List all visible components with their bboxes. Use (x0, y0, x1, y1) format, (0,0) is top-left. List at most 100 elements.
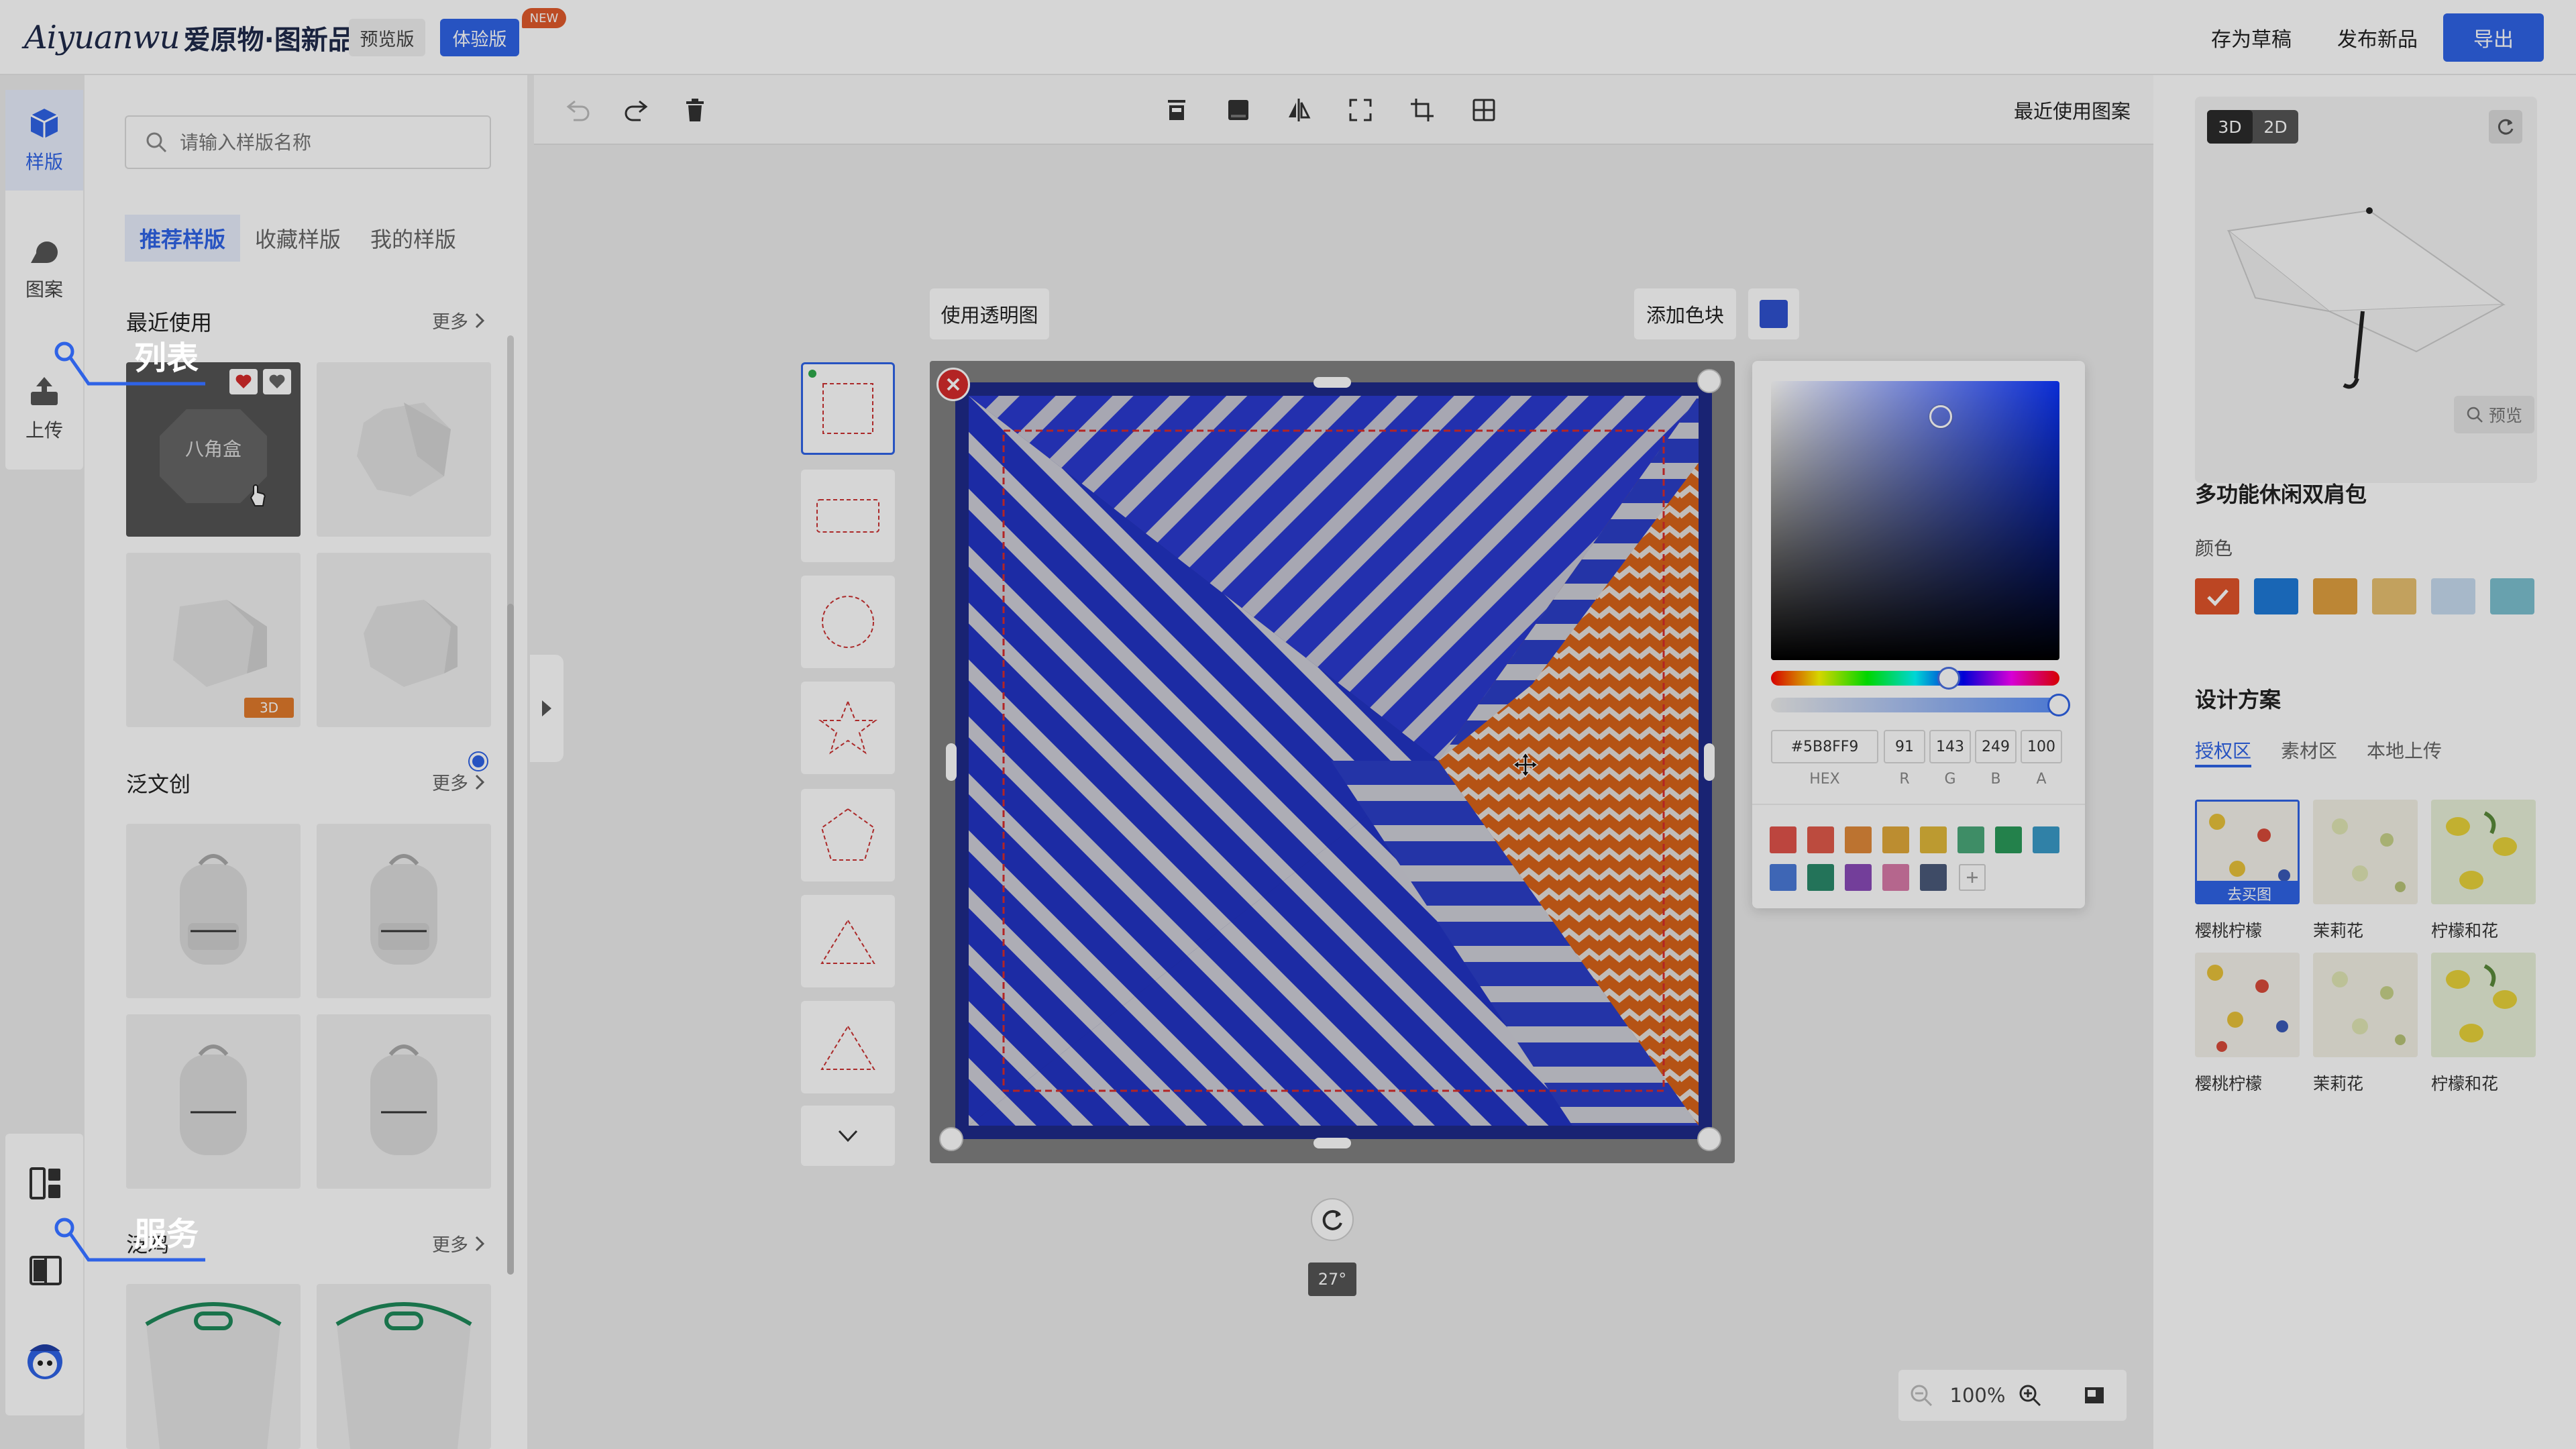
rotate-button[interactable] (1311, 1198, 1354, 1241)
alpha-knob[interactable] (2047, 694, 2070, 716)
logo[interactable]: Aiyuanwu 爱原物·图新品 (24, 17, 355, 58)
minimap-icon[interactable] (2082, 1383, 2106, 1410)
saturation-knob[interactable] (1929, 405, 1952, 428)
color-swatch[interactable] (2254, 578, 2298, 614)
template-thumb-bag[interactable] (317, 1284, 491, 1449)
like-button[interactable] (263, 369, 291, 394)
resize-handle-bottom-right[interactable] (1697, 1127, 1721, 1151)
tile-icon[interactable] (1466, 93, 1501, 127)
resize-handle-top-right[interactable] (1697, 369, 1721, 393)
search-input[interactable] (180, 131, 462, 154)
color-swatch[interactable] (2372, 578, 2416, 614)
template-thumb-backpack[interactable] (126, 824, 301, 998)
preview-version-button[interactable]: 预览版 (349, 19, 425, 56)
remove-pattern-button[interactable] (936, 368, 970, 401)
palette-color[interactable] (1882, 864, 1909, 891)
resize-edge-bottom[interactable] (1313, 1138, 1351, 1148)
design-thumb-jasmine[interactable] (2313, 800, 2418, 904)
g-input[interactable]: 143 (1929, 730, 1971, 763)
fullscreen-icon[interactable] (1343, 93, 1378, 127)
palette-color[interactable] (2033, 826, 2059, 853)
tab-favorites[interactable]: 收藏样版 (240, 215, 356, 262)
palette-color[interactable] (1920, 826, 1947, 853)
design-thumb-lemon-flower[interactable] (2431, 800, 2536, 904)
more-link-recent[interactable]: 更多 (432, 307, 486, 333)
palette-color[interactable] (1957, 826, 1984, 853)
palette-color[interactable] (1807, 864, 1834, 891)
add-swatch-button[interactable]: 添加色块 (1634, 288, 1736, 339)
shape-star[interactable] (801, 682, 895, 774)
search-box[interactable] (125, 115, 491, 169)
palette-color[interactable] (1995, 826, 2022, 853)
template-thumb-backpack[interactable] (126, 1014, 301, 1189)
resize-edge-left[interactable] (946, 743, 957, 781)
design-thumb-cherry-lemon[interactable] (2195, 953, 2300, 1057)
resize-edge-top[interactable] (1313, 377, 1351, 388)
template-thumb[interactable] (317, 362, 491, 537)
panel-scroll-thumb[interactable] (507, 604, 514, 1275)
redo-icon[interactable] (619, 93, 653, 127)
palette-color[interactable] (1920, 864, 1947, 891)
template-thumb[interactable]: 3D (126, 553, 301, 727)
preview-button[interactable]: 预览 (2454, 396, 2534, 433)
color-swatch[interactable] (2313, 578, 2357, 614)
palette-color[interactable] (1770, 864, 1796, 891)
more-link-third[interactable]: 更多 (432, 1230, 486, 1256)
crop-icon[interactable] (1405, 93, 1440, 127)
resize-edge-right[interactable] (1704, 743, 1715, 781)
shape-rectangle[interactable] (801, 470, 895, 562)
hex-input[interactable]: #5B8FF9 (1771, 730, 1878, 763)
buy-image-button[interactable]: 去买图 (2197, 881, 2298, 902)
recent-patterns-button[interactable]: 最近使用图案 (2014, 91, 2131, 129)
delete-icon[interactable] (678, 93, 712, 127)
mode-3d-button[interactable]: 3D (2207, 110, 2253, 144)
export-button[interactable]: 导出 (2443, 13, 2544, 62)
rail-item-patterns[interactable]: 图案 (5, 217, 83, 318)
zoom-out-icon[interactable] (1909, 1383, 1933, 1410)
rail-item-templates[interactable]: 样版 (5, 90, 83, 191)
palette-color[interactable] (1807, 826, 1834, 853)
reset-view-button[interactable] (2489, 110, 2522, 144)
shape-square[interactable] (801, 362, 895, 455)
template-thumb-backpack[interactable] (317, 824, 491, 998)
shape-pentagon[interactable] (801, 789, 895, 881)
design-thumb-jasmine[interactable] (2313, 953, 2418, 1057)
tab-local-upload[interactable]: 本地上传 (2367, 737, 2442, 767)
move-icon[interactable] (1512, 751, 1539, 778)
color-swatch[interactable] (2490, 578, 2534, 614)
shape-circle[interactable] (801, 576, 895, 668)
saturation-area[interactable] (1771, 381, 2059, 660)
tab-licensed[interactable]: 授权区 (2195, 737, 2252, 767)
design-thumb-lemon-flower[interactable] (2431, 953, 2536, 1057)
template-thumb[interactable] (317, 553, 491, 727)
tab-mine[interactable]: 我的样版 (356, 215, 471, 262)
fill-icon[interactable] (1221, 93, 1256, 127)
undo-icon[interactable] (561, 93, 596, 127)
add-color-button[interactable] (1959, 864, 1986, 891)
favorite-button[interactable] (229, 369, 258, 394)
save-draft-button[interactable]: 存为草稿 (2211, 19, 2292, 56)
align-top-icon[interactable] (1159, 93, 1194, 127)
palette-color[interactable] (1845, 826, 1872, 853)
alpha-slider[interactable] (1771, 698, 2059, 712)
layout-icon[interactable] (28, 1166, 63, 1201)
palette-color[interactable] (1845, 864, 1872, 891)
color-swatch-selected[interactable] (2195, 578, 2239, 614)
shape-triangle-alt[interactable] (801, 1001, 895, 1093)
palette-color[interactable] (1770, 826, 1796, 853)
shape-triangle[interactable] (801, 895, 895, 987)
color-swatch[interactable] (2431, 578, 2475, 614)
current-swatch[interactable] (1748, 288, 1799, 339)
mode-2d-button[interactable]: 2D (2253, 110, 2298, 144)
b-input[interactable]: 249 (1975, 730, 2017, 763)
pattern-artwork[interactable] (955, 382, 1712, 1139)
template-thumb-bag[interactable] (126, 1284, 301, 1449)
palette-color[interactable] (1882, 826, 1909, 853)
flip-icon[interactable] (1281, 93, 1316, 127)
collapse-panel-button[interactable] (530, 655, 564, 762)
r-input[interactable]: 91 (1884, 730, 1925, 763)
template-thumb-backpack[interactable] (317, 1014, 491, 1189)
mascot-icon[interactable] (23, 1338, 67, 1382)
design-thumb-cherry-lemon[interactable]: 去买图 (2195, 800, 2300, 904)
shape-list-more[interactable] (801, 1106, 895, 1166)
